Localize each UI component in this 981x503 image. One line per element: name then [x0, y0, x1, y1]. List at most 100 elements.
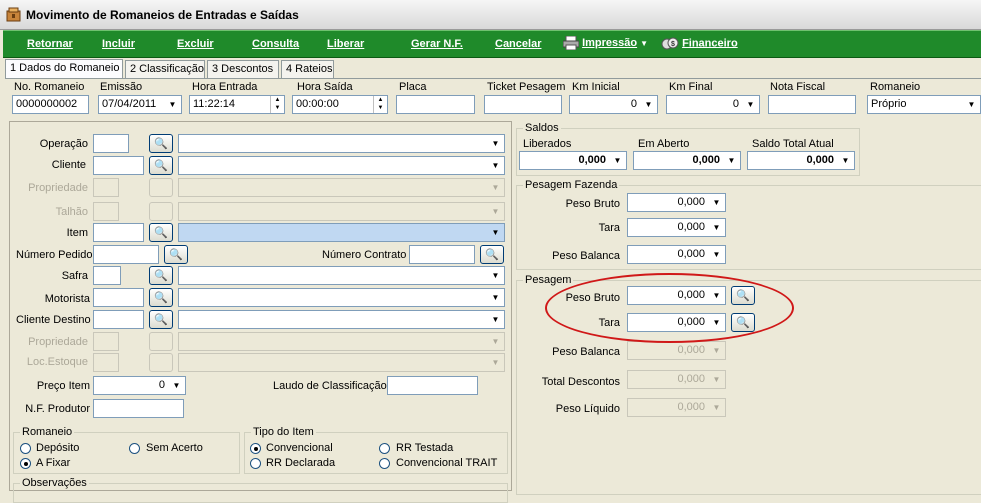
propriedade-search-button[interactable] [149, 178, 173, 197]
chevron-down-icon[interactable]: ▼ [488, 158, 503, 173]
chevron-down-icon[interactable]: ▼ [838, 153, 853, 168]
chevron-down-icon[interactable]: ▼ [709, 343, 724, 358]
safra-code[interactable] [93, 266, 121, 285]
motorista-select[interactable]: ▼ [178, 288, 505, 307]
preco-item-field[interactable]: 0 ▼ [93, 376, 186, 395]
propriedade2-select[interactable]: ▼ [178, 332, 505, 351]
safra-search-button[interactable]: 🔍 [149, 266, 173, 285]
hora-saida-field[interactable]: 00:00:00 ▲ ▼ [292, 95, 388, 114]
chevron-down-icon[interactable]: ▼ [488, 180, 503, 195]
chevron-down-icon[interactable]: ▼ [169, 378, 184, 393]
romaneio-select[interactable]: Próprio ▼ [867, 95, 981, 114]
loc-estoque-select[interactable]: ▼ [178, 353, 505, 372]
placa-field[interactable] [396, 95, 475, 114]
loc-estoque-code[interactable] [93, 353, 119, 372]
radio-rr-declarada[interactable] [250, 458, 261, 469]
item-search-button[interactable]: 🔍 [149, 223, 173, 242]
motorista-search-button[interactable]: 🔍 [149, 288, 173, 307]
cliente-destino-search-button[interactable]: 🔍 [149, 310, 173, 329]
p-peso-balanca-field[interactable]: 0,000 ▼ [627, 341, 726, 360]
pf-peso-balanca-field[interactable]: 0,000 ▼ [627, 245, 726, 264]
nf-produtor-field[interactable] [93, 399, 184, 418]
liberar-button[interactable]: Liberar [327, 38, 364, 50]
peso-liquido-field[interactable]: 0,000 ▼ [627, 398, 726, 417]
chevron-down-icon[interactable]: ▼ [488, 268, 503, 283]
chevron-down-icon[interactable]: ▼ [709, 372, 724, 387]
liberados-field[interactable]: 0,000 ▼ [519, 151, 627, 170]
ticket-field[interactable] [484, 95, 562, 114]
em-aberto-field[interactable]: 0,000 ▼ [633, 151, 741, 170]
safra-select[interactable]: ▼ [178, 266, 505, 285]
chevron-down-icon[interactable]: ▼ [709, 195, 724, 210]
cliente-destino-code[interactable] [93, 310, 144, 329]
chevron-down-icon[interactable]: ▼ [488, 312, 503, 327]
loc-estoque-search-button[interactable] [149, 353, 173, 372]
hora-entrada-field[interactable]: 11:22:14 ▲ ▼ [189, 95, 285, 114]
radio-sem-acerto[interactable] [129, 443, 140, 454]
talhao-search-button[interactable] [149, 202, 173, 221]
talhao-select[interactable]: ▼ [178, 202, 505, 221]
cliente-select[interactable]: ▼ [178, 156, 505, 175]
emissao-field[interactable]: 07/04/2011 ▼ [98, 95, 182, 114]
chevron-down-icon[interactable]: ▼ [964, 97, 979, 112]
radio-a-fixar[interactable] [20, 458, 31, 469]
hora-entrada-spinner[interactable]: ▲ ▼ [270, 96, 284, 113]
impressao-button[interactable]: Impressão ▼ [562, 35, 648, 51]
operacao-select[interactable]: ▼ [178, 134, 505, 153]
radio-deposito[interactable] [20, 443, 31, 454]
cliente-destino-select[interactable]: ▼ [178, 310, 505, 329]
nota-fiscal-field[interactable] [768, 95, 856, 114]
tab-rateios[interactable]: 4 Rateios [281, 60, 334, 79]
chevron-down-icon[interactable]: ▼ [709, 400, 724, 415]
chevron-down-icon[interactable]: ▼ [641, 97, 656, 112]
numero-contrato-search-button[interactable]: 🔍 [480, 245, 504, 264]
tab-descontos[interactable]: 3 Descontos [207, 60, 279, 79]
radio-convencional[interactable] [250, 443, 261, 454]
tab-dados-romaneio[interactable]: 1 Dados do Romaneio [5, 59, 123, 79]
cliente-search-button[interactable]: 🔍 [149, 156, 173, 175]
radio-convencional-trait[interactable] [379, 458, 390, 469]
chevron-down-icon[interactable]: ▼ [488, 136, 503, 151]
retornar-button[interactable]: Retornar [27, 38, 73, 50]
numero-contrato-field[interactable] [409, 245, 475, 264]
chevron-down-icon[interactable]: ▼ [488, 290, 503, 305]
chevron-down-icon[interactable]: ▼ [743, 97, 758, 112]
chevron-down-icon[interactable]: ▼ [724, 153, 739, 168]
consulta-button[interactable]: Consulta [252, 38, 299, 50]
chevron-down-icon[interactable]: ▼ [709, 220, 724, 235]
hora-saida-spinner[interactable]: ▲ ▼ [373, 96, 387, 113]
motorista-code[interactable] [93, 288, 144, 307]
propriedade-select[interactable]: ▼ [178, 178, 505, 197]
propriedade2-search-button[interactable] [149, 332, 173, 351]
item-select[interactable]: ▼ [178, 223, 505, 242]
chevron-down-icon[interactable]: ▼ [488, 204, 503, 219]
total-descontos-field[interactable]: 0,000 ▼ [627, 370, 726, 389]
no-romaneio-field[interactable]: 0000000002 [12, 95, 89, 114]
item-code[interactable] [93, 223, 144, 242]
operacao-search-button[interactable]: 🔍 [149, 134, 173, 153]
cliente-code[interactable] [93, 156, 144, 175]
laudo-field[interactable] [387, 376, 478, 395]
radio-rr-testada[interactable] [379, 443, 390, 454]
incluir-button[interactable]: Incluir [102, 38, 135, 50]
pf-peso-bruto-field[interactable]: 0,000 ▼ [627, 193, 726, 212]
chevron-down-icon[interactable]: ▼ [709, 247, 724, 262]
propriedade2-code[interactable] [93, 332, 119, 351]
km-final-field[interactable]: 0 ▼ [666, 95, 760, 114]
talhao-code[interactable] [93, 202, 119, 221]
chevron-down-icon[interactable]: ▼ [610, 153, 625, 168]
chevron-down-icon[interactable]: ▼ [488, 225, 503, 240]
cancelar-button[interactable]: Cancelar [495, 38, 541, 50]
gerar-nf-button[interactable]: Gerar N.F. [411, 38, 463, 50]
numero-pedido-search-button[interactable]: 🔍 [164, 245, 188, 264]
chevron-down-icon[interactable]: ▼ [488, 334, 503, 349]
excluir-button[interactable]: Excluir [177, 38, 214, 50]
operacao-code[interactable] [93, 134, 129, 153]
km-inicial-field[interactable]: 0 ▼ [569, 95, 658, 114]
propriedade-code[interactable] [93, 178, 119, 197]
saldo-total-field[interactable]: 0,000 ▼ [747, 151, 855, 170]
tab-classificacao[interactable]: 2 Classificação [125, 60, 205, 79]
financeiro-button[interactable]: $ Financeiro [661, 36, 738, 51]
chevron-down-icon[interactable]: ▼ [488, 355, 503, 370]
chevron-down-icon[interactable]: ▼ [165, 97, 180, 112]
